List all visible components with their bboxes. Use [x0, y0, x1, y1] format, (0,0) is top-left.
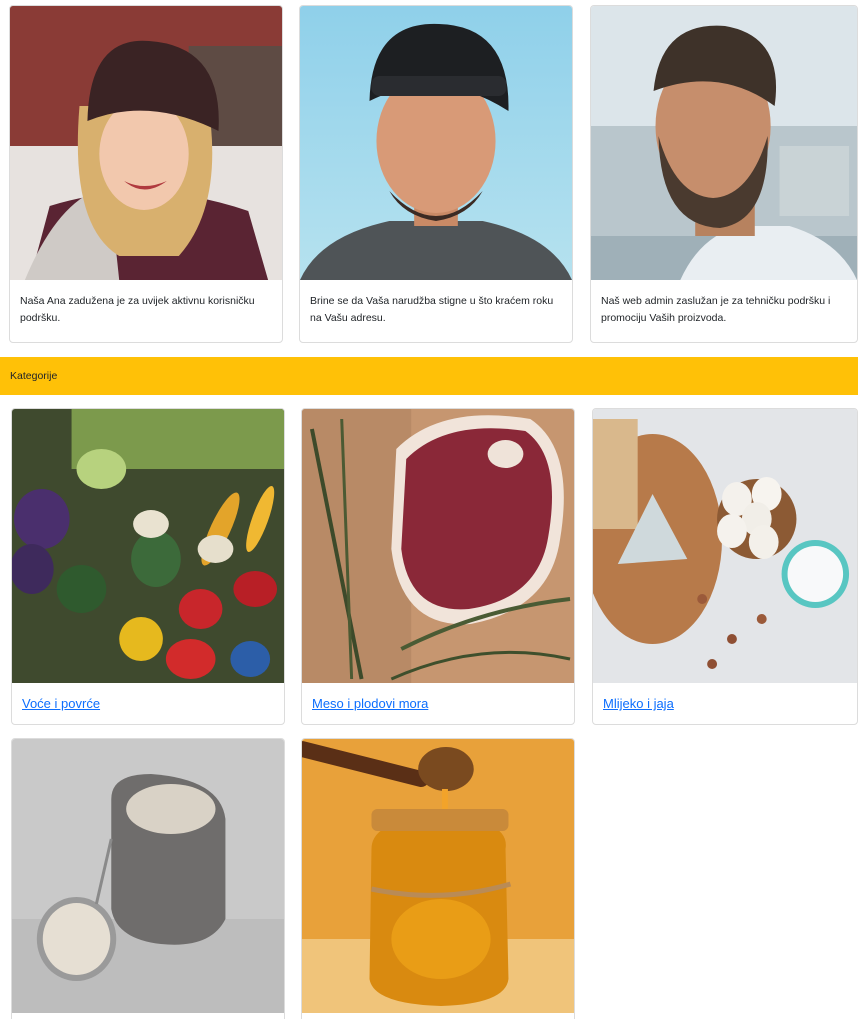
team-caption: Naš web admin zaslužan je za tehničku po… [601, 295, 831, 324]
category-link[interactable]: Meso i plodovi mora [302, 696, 574, 711]
category-card-dairy[interactable]: Mlijeko i jaja [592, 408, 858, 725]
flour-sack-photo [12, 739, 284, 1013]
team-caption: Brine se da Vaša narudžba stigne u što k… [310, 295, 554, 324]
vegetables-photo [12, 409, 284, 683]
team-caption: Naša Ana zadužena je za uvijek aktivnu k… [20, 295, 255, 324]
category-link[interactable]: Voće i povrće [12, 696, 284, 711]
bearded-man-photo [591, 6, 857, 280]
team-card-admin: Naš web admin zaslužan je za tehničku po… [590, 5, 858, 343]
category-card-fruit-veg[interactable]: Voće i povrće [11, 408, 285, 725]
team-card-delivery: Brine se da Vaša narudžba stigne u što k… [299, 5, 573, 343]
meat-photo [302, 409, 574, 683]
category-card-honey[interactable] [301, 738, 575, 1019]
dairy-eggs-photo [593, 409, 857, 683]
category-card-flour[interactable] [11, 738, 285, 1019]
category-card-meat[interactable]: Meso i plodovi mora [301, 408, 575, 725]
man-cap-photo [300, 6, 572, 280]
honey-jar-photo [302, 739, 574, 1013]
category-link[interactable]: Mlijeko i jaja [593, 696, 857, 711]
woman-beanie-photo [10, 6, 282, 280]
team-card-ana: Naša Ana zadužena je za uvijek aktivnu k… [9, 5, 283, 343]
categories-banner: Kategorije [0, 357, 858, 395]
